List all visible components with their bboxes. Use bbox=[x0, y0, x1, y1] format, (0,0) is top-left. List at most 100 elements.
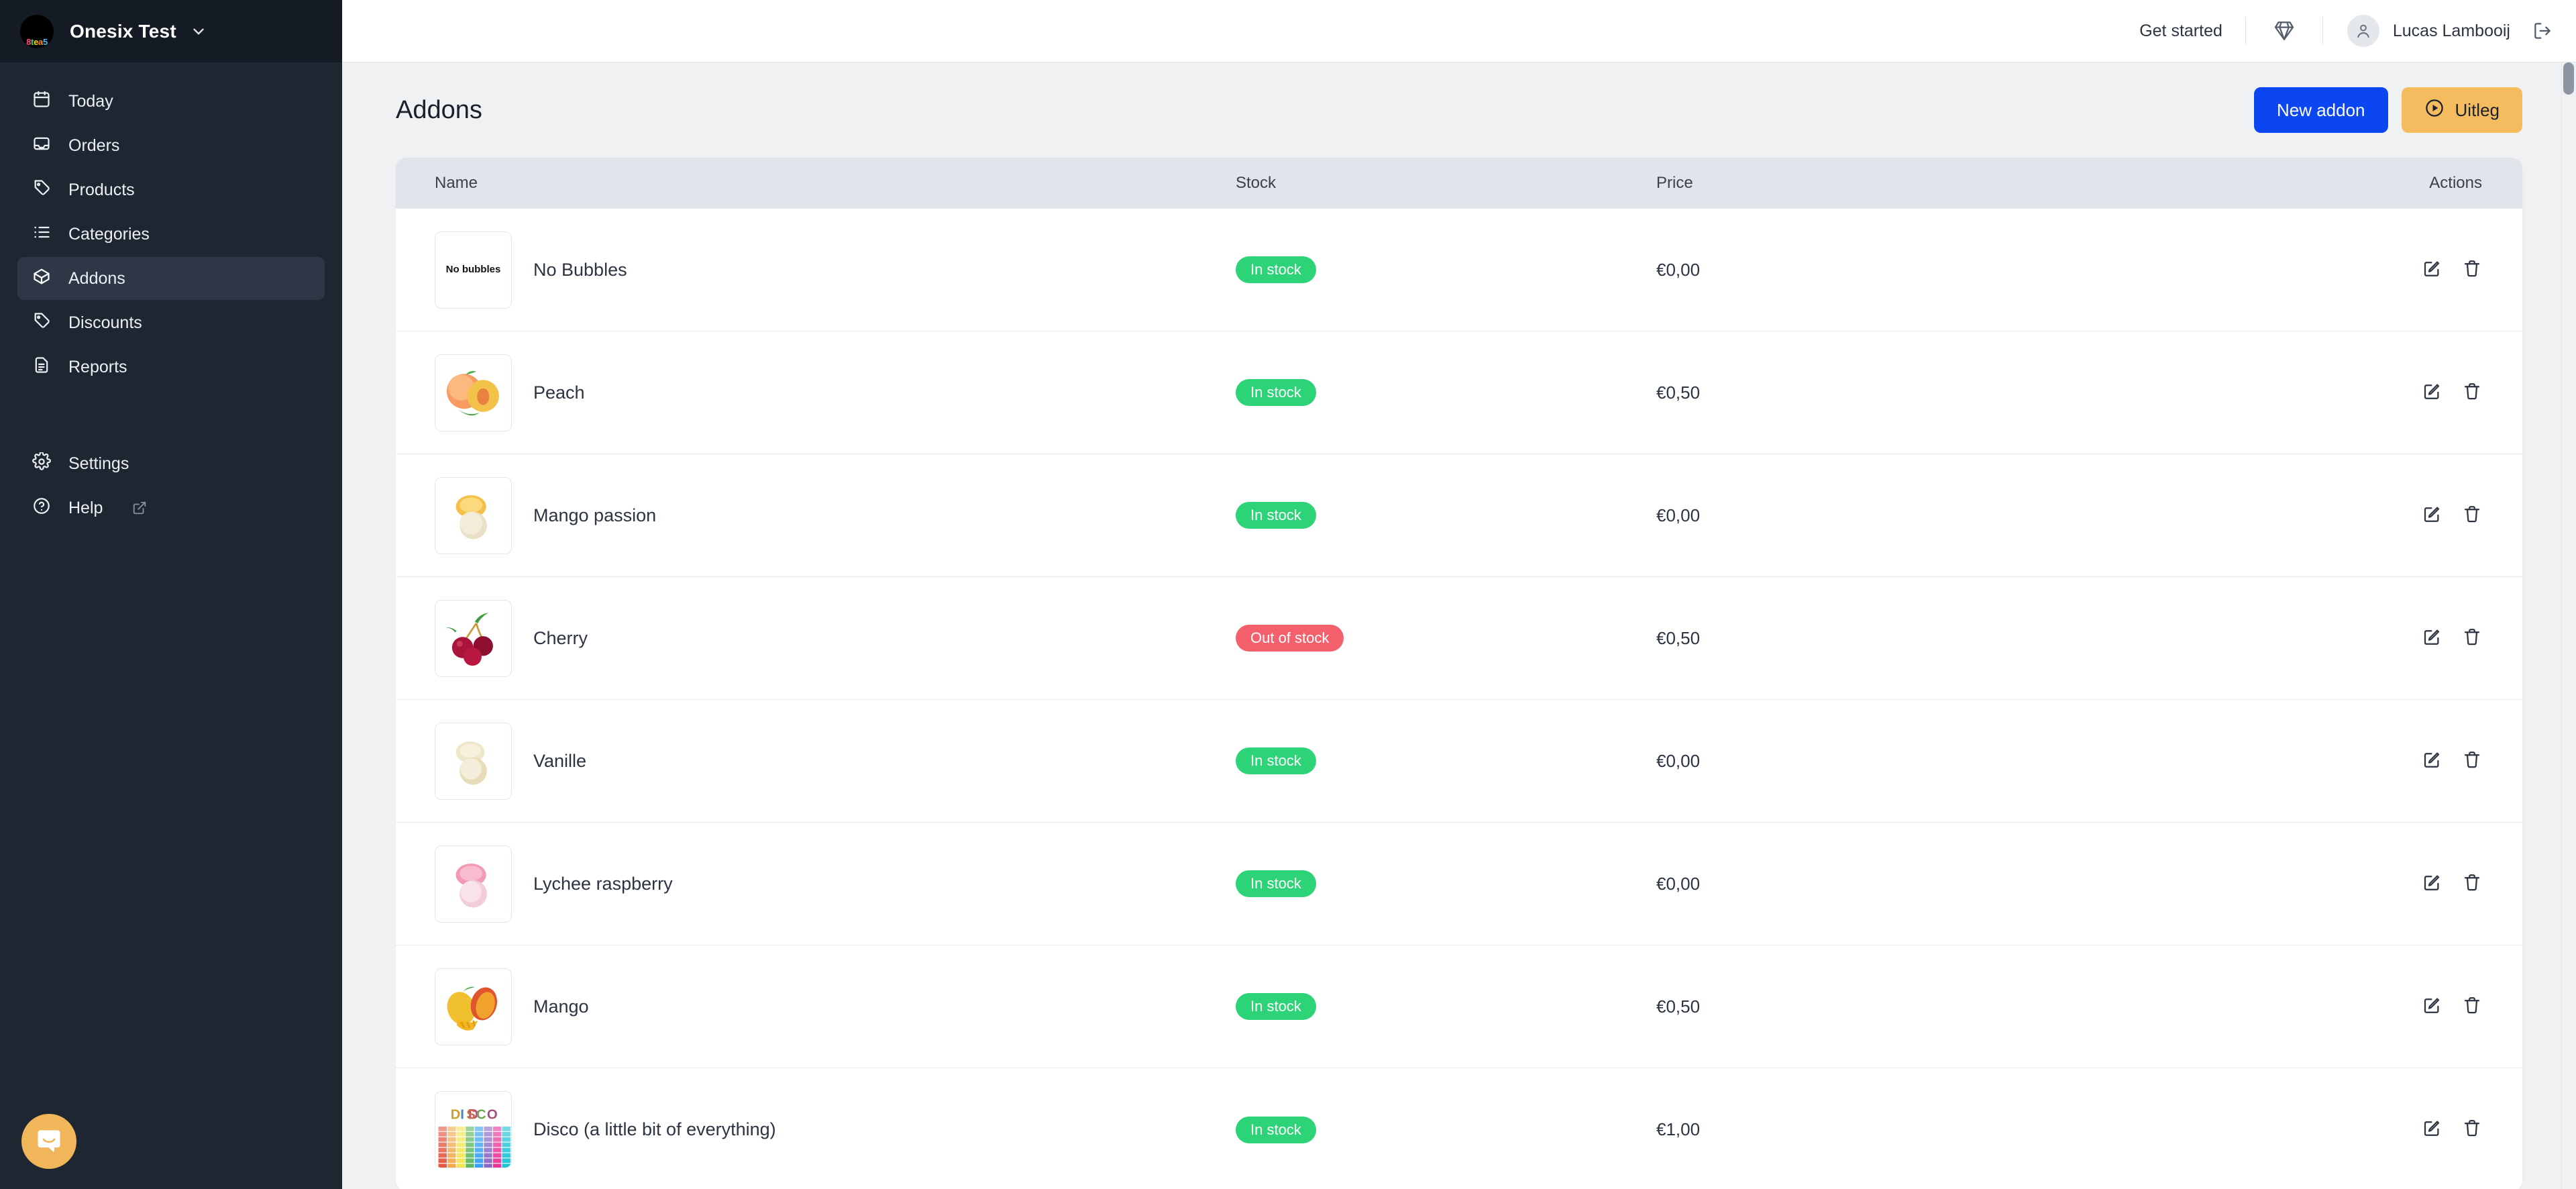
addon-thumbnail: D DISCO D I S C O bbox=[435, 1091, 512, 1168]
main-area: Get started Lucas Lambooij Addons New ad… bbox=[342, 0, 2576, 1189]
edit-icon[interactable] bbox=[2422, 627, 2442, 647]
cell-price: €1,00 bbox=[1656, 1119, 2327, 1140]
cell-price: €0,00 bbox=[1656, 874, 2327, 894]
addon-thumbnail: No bubbles bbox=[435, 231, 512, 309]
sidebar-item-label: Categories bbox=[68, 224, 150, 244]
trash-icon[interactable] bbox=[2462, 627, 2482, 647]
cell-name: Vanille bbox=[396, 722, 1236, 800]
intercom-chat-icon[interactable] bbox=[21, 1114, 76, 1169]
sidebar-item-categories[interactable]: Categories bbox=[17, 213, 325, 256]
cell-stock: In stock bbox=[1236, 379, 1656, 406]
addon-price: €0,50 bbox=[1656, 996, 1701, 1017]
addon-price: €0,00 bbox=[1656, 873, 1701, 894]
uitleg-button[interactable]: Uitleg bbox=[2401, 87, 2522, 133]
addon-thumbnail bbox=[435, 722, 512, 800]
tag-icon bbox=[32, 178, 51, 202]
addon-price: €0,50 bbox=[1656, 627, 1701, 648]
sidebar-item-settings[interactable]: Settings bbox=[17, 442, 325, 485]
trash-icon[interactable] bbox=[2462, 1118, 2482, 1138]
new-addon-button[interactable]: New addon bbox=[2253, 87, 2388, 133]
avatar bbox=[2347, 15, 2379, 47]
addon-name: Mango passion bbox=[533, 505, 657, 525]
user-menu[interactable]: Lucas Lambooij bbox=[2323, 15, 2525, 47]
table-header-row: Name Stock Price Actions bbox=[396, 158, 2522, 209]
cell-stock: Out of stock bbox=[1236, 625, 1656, 652]
sidebar-item-label: Products bbox=[68, 180, 135, 199]
sidebar-item-label: Reports bbox=[68, 357, 127, 376]
edit-icon[interactable] bbox=[2422, 504, 2442, 524]
cell-stock: In stock bbox=[1236, 870, 1656, 897]
table-row[interactable]: Cherry Out of stock €0,50 bbox=[396, 577, 2522, 700]
table-row[interactable]: Mango passion In stock €0,00 bbox=[396, 454, 2522, 577]
play-circle-icon bbox=[2424, 98, 2445, 123]
addon-name: Mango bbox=[533, 996, 589, 1017]
edit-icon[interactable] bbox=[2422, 381, 2442, 401]
page-title: Addons bbox=[396, 95, 482, 124]
get-started-link[interactable]: Get started bbox=[2116, 21, 2245, 41]
table-row[interactable]: No bubbles No Bubbles In stock €0,00 bbox=[396, 209, 2522, 331]
cell-price: €0,00 bbox=[1656, 751, 2327, 772]
sidebar-item-orders[interactable]: Orders bbox=[17, 124, 325, 167]
cell-name: Lychee raspberry bbox=[396, 845, 1236, 923]
table-body: No bubbles No Bubbles In stock €0,00 Peach In… bbox=[396, 209, 2522, 1189]
trash-icon[interactable] bbox=[2462, 258, 2482, 278]
table-row[interactable]: Lychee raspberry In stock €0,00 bbox=[396, 823, 2522, 945]
edit-icon[interactable] bbox=[2422, 1118, 2442, 1138]
status-badge: In stock bbox=[1236, 747, 1316, 774]
sidebar-item-reports[interactable]: Reports bbox=[17, 346, 325, 389]
trash-icon[interactable] bbox=[2462, 872, 2482, 892]
cell-price: €0,00 bbox=[1656, 260, 2327, 280]
workspace-switcher[interactable]: 8tea5 Onesix Test bbox=[0, 0, 342, 62]
addon-price: €1,00 bbox=[1656, 1119, 1701, 1139]
sidebar-item-addons[interactable]: Addons bbox=[17, 257, 325, 300]
page-content: Addons New addon Uitleg Name Stock Price… bbox=[342, 62, 2576, 1189]
table-row[interactable]: Mango In stock €0,50 bbox=[396, 945, 2522, 1068]
diamond-icon[interactable] bbox=[2246, 19, 2322, 42]
workspace-logo-text: 8tea5 bbox=[26, 36, 48, 47]
page-header: Addons New addon Uitleg bbox=[396, 62, 2522, 158]
sidebar-item-products[interactable]: Products bbox=[17, 168, 325, 211]
chevron-down-icon[interactable] bbox=[190, 23, 207, 40]
table-row[interactable]: Vanille In stock €0,00 bbox=[396, 700, 2522, 823]
document-icon bbox=[32, 356, 51, 379]
edit-icon[interactable] bbox=[2422, 872, 2442, 892]
page-scrollbar[interactable] bbox=[2561, 62, 2576, 1189]
status-badge: Out of stock bbox=[1236, 625, 1344, 652]
sidebar-item-today[interactable]: Today bbox=[17, 80, 325, 123]
edit-icon[interactable] bbox=[2422, 995, 2442, 1015]
sidebar-item-label: Addons bbox=[68, 268, 125, 288]
cell-stock: In stock bbox=[1236, 993, 1656, 1020]
cell-name: D DISCO D I S C O Disco (a little bit of everyt… bbox=[396, 1091, 1236, 1168]
sidebar-item-discounts[interactable]: Discounts bbox=[17, 301, 325, 344]
trash-icon[interactable] bbox=[2462, 995, 2482, 1015]
table-row[interactable]: D DISCO D I S C O Disco (a little bit of everyt… bbox=[396, 1068, 2522, 1189]
addon-thumbnail bbox=[435, 845, 512, 923]
cell-actions bbox=[2327, 872, 2522, 896]
column-header-stock: Stock bbox=[1236, 174, 1277, 192]
inbox-icon bbox=[32, 134, 51, 158]
cell-name: Peach bbox=[396, 354, 1236, 431]
svg-text:O: O bbox=[487, 1108, 498, 1123]
logout-icon[interactable] bbox=[2525, 20, 2553, 42]
table-row[interactable]: Peach In stock €0,50 bbox=[396, 331, 2522, 454]
cell-name: Cherry bbox=[396, 599, 1236, 677]
addons-table: Name Stock Price Actions No bubbles No Bu… bbox=[396, 158, 2522, 1189]
user-name: Lucas Lambooij bbox=[2392, 21, 2510, 40]
addon-name: Peach bbox=[533, 382, 585, 403]
sidebar-item-help[interactable]: Help bbox=[17, 486, 325, 529]
cell-stock: In stock bbox=[1236, 747, 1656, 774]
cell-actions bbox=[2327, 995, 2522, 1019]
trash-icon[interactable] bbox=[2462, 504, 2482, 524]
cell-stock: In stock bbox=[1236, 502, 1656, 529]
edit-icon[interactable] bbox=[2422, 749, 2442, 770]
column-header-actions: Actions bbox=[2429, 174, 2482, 192]
addon-name: Vanille bbox=[533, 750, 587, 771]
cell-stock: In stock bbox=[1236, 1116, 1656, 1143]
scrollbar-thumb[interactable] bbox=[2563, 62, 2574, 95]
trash-icon[interactable] bbox=[2462, 749, 2482, 770]
sidebar-item-label: Today bbox=[68, 91, 113, 111]
cell-actions bbox=[2327, 1118, 2522, 1141]
trash-icon[interactable] bbox=[2462, 381, 2482, 401]
edit-icon[interactable] bbox=[2422, 258, 2442, 278]
status-badge: In stock bbox=[1236, 502, 1316, 529]
